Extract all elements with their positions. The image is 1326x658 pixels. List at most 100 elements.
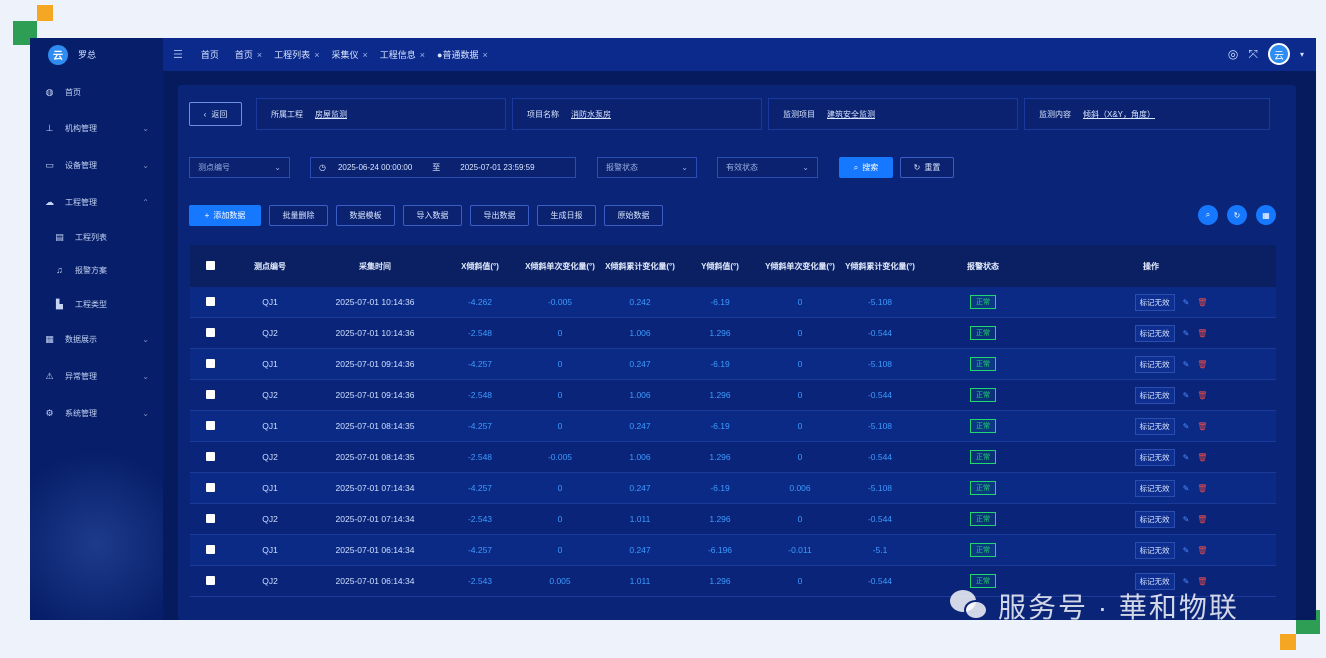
sidebar-item[interactable]: ▙ 工程类型 <box>30 294 163 314</box>
edit-icon[interactable]: ✎ <box>1183 484 1190 493</box>
tab[interactable]: 工程列表 × <box>274 48 319 61</box>
table-row[interactable]: QJ2 2025-07-01 10:14:36 -2.548 0 1.006 1.296 0… <box>190 318 1276 349</box>
tab[interactable]: 首页 <box>201 48 223 61</box>
chevron-down-icon[interactable]: ▾ <box>1300 50 1304 59</box>
table-row[interactable]: QJ1 2025-07-01 08:14:35 -4.257 0 0.247 -6.19 0… <box>190 411 1276 442</box>
tab[interactable]: 首页 × <box>235 48 262 61</box>
import-data-button[interactable]: 导入数据 <box>403 205 462 226</box>
table-row[interactable]: QJ2 2025-07-01 09:14:36 -2.548 0 1.006 1.296 0… <box>190 380 1276 411</box>
row-checkbox[interactable] <box>190 358 230 370</box>
refresh-icon[interactable]: ↻ <box>1227 205 1247 225</box>
menu-toggle-icon[interactable]: ☰ <box>173 48 183 61</box>
sidebar-item[interactable]: ⚠ 异常管理 ⌄ <box>30 366 163 386</box>
row-checkbox[interactable] <box>190 420 230 432</box>
data-template-label: 数据模板 <box>349 211 382 220</box>
table-row[interactable]: QJ1 2025-07-01 09:14:36 -4.257 0 0.247 -6.19 0… <box>190 349 1276 380</box>
trash-icon[interactable]: 🗑 <box>1197 298 1207 307</box>
sidebar-item[interactable]: ☁ 工程管理 ⌃ <box>30 192 163 212</box>
valid-status-select[interactable]: 有效状态 ⌄ <box>717 157 818 178</box>
table-row[interactable]: QJ2 2025-07-01 07:14:34 -2.543 0 1.011 1.296 0… <box>190 504 1276 535</box>
row-checkbox[interactable] <box>190 451 230 463</box>
row-checkbox[interactable] <box>190 482 230 494</box>
sidebar-item[interactable]: ◍ 首页 <box>30 82 163 102</box>
edit-icon[interactable]: ✎ <box>1183 391 1190 400</box>
table-row[interactable]: QJ1 2025-07-01 07:14:34 -4.257 0 0.247 -6.19 0… <box>190 473 1276 504</box>
batch-delete-button[interactable]: 批量删除 <box>269 205 328 226</box>
sidebar-item[interactable]: ⊥ 机构管理 ⌄ <box>30 118 163 138</box>
trash-icon[interactable]: 🗑 <box>1197 515 1207 524</box>
trash-icon[interactable]: 🗑 <box>1197 422 1207 431</box>
date-range-picker[interactable]: ◷ 2025-06-24 00:00:00 至 2025-07-01 23:59… <box>310 157 576 178</box>
sidebar-item[interactable]: ▭ 设备管理 ⌄ <box>30 155 163 175</box>
mark-invalid-button[interactable]: 标记无效 <box>1134 355 1175 373</box>
info-project: 所属工程 房屋监测 <box>256 98 506 130</box>
columns-icon[interactable]: ▦ <box>1256 205 1276 225</box>
edit-icon[interactable]: ✎ <box>1183 329 1190 338</box>
edit-icon[interactable]: ✎ <box>1183 453 1190 462</box>
row-checkbox[interactable] <box>190 513 230 525</box>
point-select[interactable]: 测点编号 ⌄ <box>189 157 290 178</box>
close-icon[interactable]: × <box>482 50 487 60</box>
info-value: 建筑安全监测 <box>827 109 875 119</box>
close-icon[interactable]: × <box>257 50 262 60</box>
edit-icon[interactable]: ✎ <box>1183 360 1190 369</box>
row-checkbox[interactable] <box>190 544 230 556</box>
mark-invalid-button[interactable]: 标记无效 <box>1134 324 1175 342</box>
tab-label: 首页 <box>200 50 219 60</box>
edit-icon[interactable]: ✎ <box>1183 422 1190 431</box>
trash-icon[interactable]: 🗑 <box>1197 391 1207 400</box>
edit-icon[interactable]: ✎ <box>1183 298 1190 307</box>
trash-icon[interactable]: 🗑 <box>1197 453 1207 462</box>
tab[interactable]: ●普通数据 × <box>437 48 488 61</box>
export-data-button[interactable]: 导出数据 <box>470 205 529 226</box>
sidebar-item[interactable]: ⚙ 系统管理 ⌄ <box>30 403 163 423</box>
close-icon[interactable]: × <box>314 50 319 60</box>
trash-icon[interactable]: 🗑 <box>1197 546 1207 555</box>
mark-invalid-button[interactable]: 标记无效 <box>1134 293 1175 311</box>
close-icon[interactable]: × <box>362 50 367 60</box>
close-icon[interactable]: × <box>420 50 425 60</box>
data-template-button[interactable]: 数据模板 <box>336 205 395 226</box>
select-all-checkbox[interactable] <box>190 260 230 272</box>
row-checkbox[interactable] <box>190 575 230 587</box>
globe-icon[interactable]: ◎ <box>1228 47 1238 61</box>
mark-invalid-button[interactable]: 标记无效 <box>1134 417 1175 435</box>
cell-y-total: -5.1 <box>872 545 888 555</box>
edit-icon[interactable]: ✎ <box>1183 515 1190 524</box>
table-row[interactable]: QJ1 2025-07-01 10:14:36 -4.262 -0.005 0.242 -… <box>190 287 1276 318</box>
sidebar-item[interactable]: ♫ 报警方案 <box>30 260 163 280</box>
mark-invalid-button[interactable]: 标记无效 <box>1134 386 1175 404</box>
search-toggle-icon[interactable]: ⌕ <box>1198 205 1218 225</box>
sidebar-item[interactable]: ▦ 数据展示 ⌄ <box>30 329 163 349</box>
mark-invalid-button[interactable]: 标记无效 <box>1134 510 1175 528</box>
row-checkbox[interactable] <box>190 389 230 401</box>
mark-invalid-button[interactable]: 标记无效 <box>1134 479 1175 497</box>
tab[interactable]: 工程信息 × <box>380 48 425 61</box>
table-row[interactable]: QJ2 2025-07-01 08:14:35 -2.548 -0.005 1.006 1… <box>190 442 1276 473</box>
row-checkbox[interactable] <box>190 327 230 339</box>
row-checkbox[interactable] <box>190 296 230 308</box>
trash-icon[interactable]: 🗑 <box>1197 484 1207 493</box>
table-row[interactable]: QJ1 2025-07-01 06:14:34 -4.257 0 0.247 -6.196… <box>190 535 1276 566</box>
reset-button[interactable]: ↻ 重置 <box>900 157 954 178</box>
search-button[interactable]: ⌕ 搜索 <box>839 157 893 178</box>
raw-data-button[interactable]: 原始数据 <box>604 205 663 226</box>
cell-y-single: 0 <box>797 359 803 369</box>
edit-icon[interactable]: ✎ <box>1183 546 1190 555</box>
alarm-status-select[interactable]: 报警状态 ⌄ <box>597 157 697 178</box>
sidebar-item[interactable]: ▤ 工程列表 <box>30 227 163 247</box>
info-value: 倾斜（X&Y，角度） <box>1083 109 1156 119</box>
daily-report-button[interactable]: 生成日报 <box>537 205 596 226</box>
mark-invalid-button[interactable]: 标记无效 <box>1134 448 1175 466</box>
trash-icon[interactable]: 🗑 <box>1197 329 1207 338</box>
avatar[interactable]: 云 <box>1267 43 1290 65</box>
add-data-button[interactable]: + 添加数据 <box>189 205 261 226</box>
tab[interactable]: 采集仪 × <box>331 48 367 61</box>
trash-icon[interactable]: 🗑 <box>1197 577 1207 586</box>
chevron-icon: ⌄ <box>142 334 149 344</box>
fullscreen-icon[interactable]: ⤧ <box>1248 47 1258 62</box>
trash-icon[interactable]: 🗑 <box>1197 360 1207 369</box>
mark-invalid-button[interactable]: 标记无效 <box>1134 541 1175 559</box>
back-button[interactable]: ‹ 返回 <box>189 102 242 126</box>
edit-icon[interactable]: ✎ <box>1183 577 1190 586</box>
